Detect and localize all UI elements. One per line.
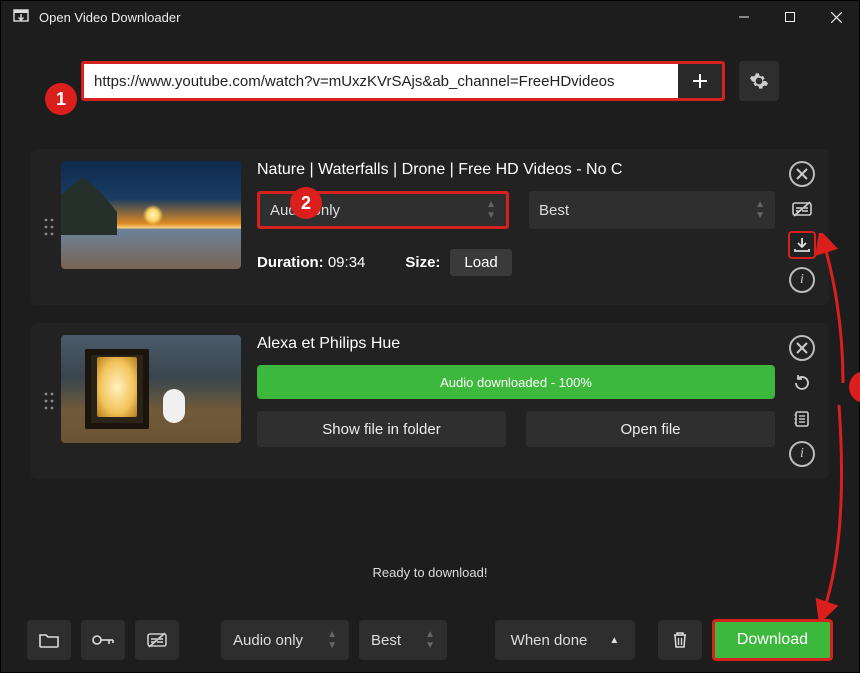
app-window: Open Video Downloader (0, 0, 860, 673)
global-format-select[interactable]: Audio only ▲▼ (221, 620, 349, 660)
subtitles-global-button[interactable] (135, 620, 179, 660)
close-icon (796, 342, 808, 354)
quality-select[interactable]: Best ▲▼ (529, 191, 775, 229)
settings-button[interactable] (739, 61, 779, 101)
titlebar: Open Video Downloader (1, 1, 859, 33)
info-button[interactable]: i (789, 441, 815, 467)
app-icon (11, 9, 31, 25)
open-folder-button[interactable] (27, 620, 71, 660)
chevron-up-icon: ▲ (609, 635, 619, 646)
quality-select-value: Best (539, 202, 569, 219)
info-button[interactable]: i (789, 267, 815, 293)
plus-icon (690, 71, 710, 91)
add-url-button[interactable] (678, 64, 722, 98)
close-icon (796, 168, 808, 180)
window-title: Open Video Downloader (39, 10, 721, 25)
subtitles-off-icon (147, 632, 167, 648)
gear-icon (749, 71, 769, 91)
when-done-value: When done (511, 632, 588, 649)
url-box (81, 61, 725, 101)
trash-icon (672, 631, 688, 649)
clear-list-button[interactable] (658, 620, 702, 660)
chevron-updown-icon: ▲▼ (755, 199, 765, 221)
chevron-updown-icon: ▲▼ (425, 629, 435, 651)
key-icon (92, 634, 114, 646)
content-area: Nature | Waterfalls | Drone | Free HD Vi… (1, 33, 859, 608)
remove-button[interactable] (789, 161, 815, 187)
card-meta: Alexa et Philips Hue Audio downloaded - … (241, 335, 785, 467)
subtitles-off-icon (792, 201, 812, 217)
download-card: Alexa et Philips Hue Audio downloaded - … (31, 323, 829, 479)
remove-button[interactable] (789, 335, 815, 361)
video-thumbnail (61, 335, 241, 443)
auth-button[interactable] (81, 620, 125, 660)
chevron-updown-icon: ▲▼ (486, 199, 496, 221)
card-meta: Nature | Waterfalls | Drone | Free HD Vi… (241, 161, 785, 293)
grip-icon (44, 392, 54, 410)
close-button[interactable] (813, 1, 859, 33)
drag-handle[interactable] (37, 161, 61, 293)
download-card: Nature | Waterfalls | Drone | Free HD Vi… (31, 149, 829, 305)
open-file-button[interactable]: Open file (526, 411, 775, 447)
download-icon (793, 237, 811, 253)
download-item-button[interactable] (788, 231, 816, 259)
video-thumbnail (61, 161, 241, 269)
download-button[interactable]: Download (712, 619, 833, 661)
drag-handle[interactable] (37, 335, 61, 467)
info-icon: i (800, 273, 804, 287)
global-quality-select[interactable]: Best ▲▼ (359, 620, 447, 660)
duration-field: Duration: 09:34 (257, 254, 365, 271)
retry-button[interactable] (788, 369, 816, 397)
subtitles-button[interactable] (788, 195, 816, 223)
annotation-callout-1: 1 (45, 83, 77, 115)
load-size-button[interactable]: Load (450, 249, 511, 276)
when-done-select[interactable]: When done ▲ (495, 620, 635, 660)
card-actions: i (785, 161, 819, 293)
annotation-callout-2: 2 (290, 187, 322, 219)
retry-icon (792, 373, 812, 393)
global-format-value: Audio only (233, 632, 303, 649)
global-quality-value: Best (371, 632, 401, 649)
log-button[interactable] (788, 405, 816, 433)
log-icon (793, 410, 811, 428)
chevron-updown-icon: ▲▼ (327, 629, 337, 651)
card-actions: i (785, 335, 819, 467)
minimize-button[interactable] (721, 1, 767, 33)
maximize-button[interactable] (767, 1, 813, 33)
bottom-bar: Audio only ▲▼ Best ▲▼ When done ▲ Download (1, 608, 859, 672)
video-title: Alexa et Philips Hue (257, 335, 775, 353)
folder-icon (39, 632, 59, 648)
info-icon: i (800, 447, 804, 461)
window-controls (721, 1, 859, 33)
annotation-callout-3: 3 (849, 371, 860, 403)
url-row (81, 61, 779, 101)
size-field: Size: Load (405, 249, 511, 276)
grip-icon (44, 218, 54, 236)
status-text: Ready to download! (31, 565, 829, 580)
show-in-folder-button[interactable]: Show file in folder (257, 411, 506, 447)
progress-bar: Audio downloaded - 100% (257, 365, 775, 399)
url-input[interactable] (84, 64, 678, 98)
video-title: Nature | Waterfalls | Drone | Free HD Vi… (257, 161, 775, 179)
